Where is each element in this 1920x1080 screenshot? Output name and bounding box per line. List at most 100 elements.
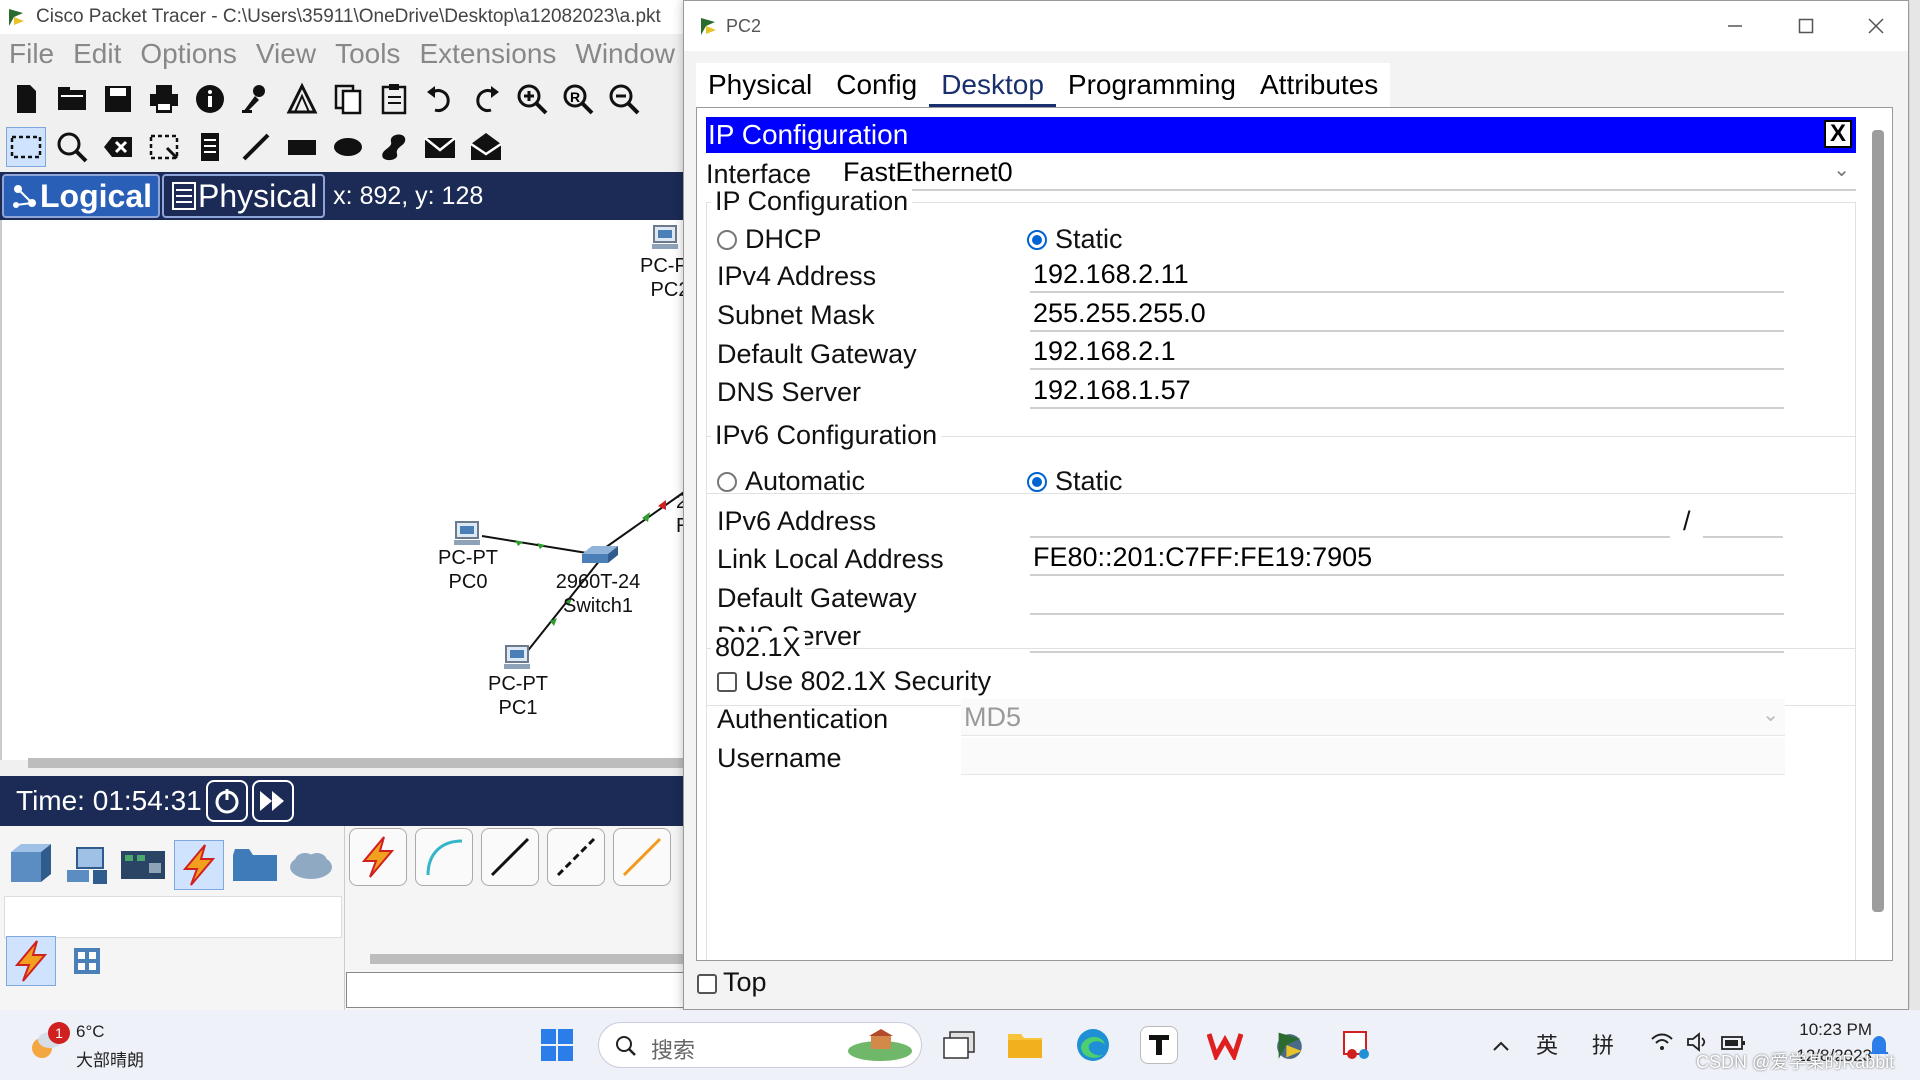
username-input[interactable] [961, 738, 1785, 775]
use-dot1x-checkbox[interactable] [717, 672, 737, 692]
misc-category[interactable] [230, 840, 280, 890]
redo-icon[interactable] [466, 79, 506, 119]
ipv6-gateway-input[interactable] [1030, 578, 1784, 615]
simple-pdu-icon[interactable] [420, 127, 460, 167]
save-icon[interactable] [98, 79, 138, 119]
ipv6-prefix-input[interactable] [1703, 501, 1783, 538]
ipv4-gateway-input[interactable]: 192.168.2.1 [1030, 333, 1784, 370]
ip-configuration-close-button[interactable]: X [1824, 120, 1852, 148]
delete-icon[interactable] [98, 127, 138, 167]
close-window-button[interactable] [1861, 13, 1891, 43]
menu-window[interactable]: Window [575, 38, 675, 70]
pc2-device-icon[interactable] [650, 224, 680, 252]
power-cycle-button[interactable] [205, 780, 248, 822]
typora-app[interactable] [1140, 1026, 1178, 1064]
tab-programming[interactable]: Programming [1056, 63, 1248, 107]
snipping-tool-app[interactable] [1338, 1026, 1376, 1064]
config-vertical-scrollbar[interactable] [1872, 130, 1884, 912]
pc1-device-icon[interactable] [502, 644, 532, 672]
physical-view-tab[interactable]: Physical [162, 174, 326, 218]
ellipse-icon[interactable] [328, 127, 368, 167]
tab-desktop[interactable]: Desktop [929, 63, 1056, 107]
print-icon[interactable] [144, 79, 184, 119]
ipv6-automatic-radio[interactable] [717, 472, 737, 492]
start-button[interactable] [538, 1026, 576, 1064]
subnet-mask-input[interactable]: 255.255.255.0 [1030, 295, 1784, 332]
zoom-reset-icon[interactable]: R [558, 79, 598, 119]
connections-category[interactable] [174, 840, 224, 890]
dhcp-radio[interactable] [717, 230, 737, 250]
tab-physical[interactable]: Physical [696, 63, 824, 107]
activity-wizard-icon[interactable] [236, 79, 276, 119]
complex-pdu-icon[interactable] [466, 127, 506, 167]
automatic-connection-button[interactable] [349, 828, 407, 886]
edge-browser-app[interactable] [1074, 1026, 1112, 1064]
tab-config[interactable]: Config [824, 63, 929, 107]
note-icon[interactable] [190, 127, 230, 167]
end-devices-category[interactable] [62, 840, 112, 890]
pc0-device-icon[interactable] [452, 520, 482, 548]
file-explorer-app[interactable] [1006, 1026, 1044, 1064]
menu-file[interactable]: File [9, 38, 54, 70]
maximize-button[interactable] [1791, 13, 1821, 43]
fast-forward-button[interactable] [251, 780, 294, 822]
minimize-button[interactable] [1720, 13, 1750, 43]
components-category[interactable] [118, 840, 168, 890]
tab-attributes[interactable]: Attributes [1248, 63, 1390, 107]
copy-icon[interactable] [328, 79, 368, 119]
ipv4-dns-input[interactable]: 192.168.1.57 [1030, 372, 1784, 409]
logical-workspace[interactable]: PC-PT PC2 PC-PT PC0 2960T-24 Switch1 PC-… [0, 220, 690, 760]
open-folder-icon[interactable] [52, 79, 92, 119]
ipv6-static-radio[interactable] [1027, 472, 1047, 492]
freeform-icon[interactable] [374, 127, 414, 167]
menu-options[interactable]: Options [140, 38, 237, 70]
taskbar-clock-time[interactable]: 10:23 PM [1776, 1020, 1872, 1040]
pc2-label: PC-PT PC2 [630, 254, 690, 302]
interface-select[interactable]: FastEthernet0 ⌄ [840, 154, 1856, 191]
crossover-cable-icon [556, 837, 596, 877]
connections-subcategory[interactable] [6, 936, 56, 986]
wan-emulation-category[interactable] [286, 840, 336, 890]
switch1-device-icon[interactable] [580, 544, 620, 566]
taskbar-search-box[interactable]: 搜索 [598, 1022, 922, 1068]
ipv4-static-radio[interactable] [1027, 230, 1047, 250]
top-checkbox[interactable] [697, 974, 717, 994]
wifi-icon[interactable] [1650, 1032, 1674, 1058]
fiber-cable-button[interactable] [613, 828, 671, 886]
resize-icon[interactable] [144, 127, 184, 167]
paste-icon[interactable] [374, 79, 414, 119]
draw-line-icon[interactable] [236, 127, 276, 167]
authentication-select[interactable]: MD5 ⌄ [961, 699, 1785, 736]
inspect-icon[interactable] [52, 127, 92, 167]
ipv4-address-input[interactable]: 192.168.2.11 [1030, 256, 1784, 293]
switch1-label: 2960T-24 Switch1 [548, 570, 648, 618]
menu-extensions[interactable]: Extensions [419, 38, 556, 70]
show-hidden-icons-button[interactable] [1492, 1032, 1510, 1058]
info-icon[interactable] [190, 79, 230, 119]
new-file-icon[interactable] [6, 79, 46, 119]
weather-widget[interactable]: 1 [28, 1022, 70, 1064]
ime-language-indicator[interactable]: 英 [1536, 1028, 1558, 1060]
zoom-in-icon[interactable] [512, 79, 552, 119]
ipv6-address-input[interactable] [1030, 501, 1670, 538]
network-devices-category[interactable] [6, 840, 56, 890]
task-view-button[interactable] [940, 1026, 978, 1064]
zoom-out-icon[interactable] [604, 79, 644, 119]
menu-tools[interactable]: Tools [335, 38, 400, 70]
crossover-cable-button[interactable] [547, 828, 605, 886]
menu-view[interactable]: View [256, 38, 316, 70]
network-info-icon[interactable] [282, 79, 322, 119]
rectangle-icon[interactable] [282, 127, 322, 167]
workspace-horizontal-scrollbar[interactable] [28, 758, 688, 768]
menu-edit[interactable]: Edit [73, 38, 121, 70]
packet-tracer-app[interactable] [1272, 1026, 1310, 1064]
undo-icon[interactable] [420, 79, 460, 119]
select-icon[interactable] [6, 127, 46, 167]
wps-office-app[interactable] [1206, 1026, 1244, 1064]
straight-through-cable-button[interactable] [481, 828, 539, 886]
console-cable-button[interactable] [415, 828, 473, 886]
logical-view-tab[interactable]: Logical [2, 174, 161, 218]
connections-scrollbar[interactable] [370, 954, 690, 964]
structured-cabling-subcategory[interactable] [62, 936, 112, 986]
ime-mode-indicator[interactable]: 拼 [1592, 1028, 1614, 1060]
